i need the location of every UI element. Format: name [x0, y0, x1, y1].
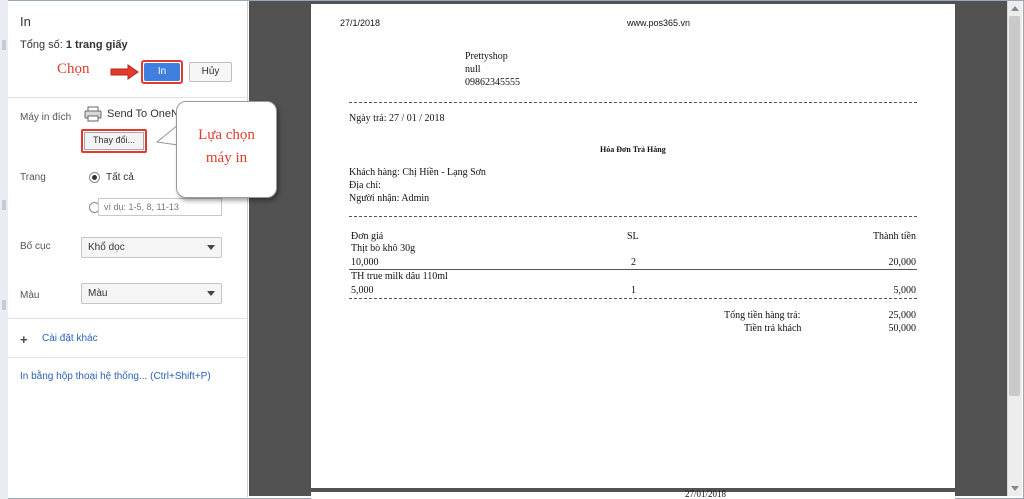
- address-line: Địa chỉ:: [349, 180, 381, 191]
- paid-value: 50,000: [888, 323, 917, 334]
- divider: [8, 357, 248, 358]
- sum-label: Tổng tiền hàng trả:: [724, 310, 801, 321]
- page-count-label: Tổng số:: [20, 39, 63, 51]
- shop-phone: 09862345555: [465, 77, 520, 88]
- layout-label: Bố cục: [20, 241, 51, 252]
- item-name: Thịt bò khô 30g: [351, 243, 416, 254]
- destination-label: Máy in đích: [20, 112, 72, 123]
- chevron-down-icon: [207, 291, 215, 296]
- item-total: 20,000: [888, 257, 917, 268]
- separator: [349, 216, 917, 217]
- item-qty: 2: [631, 257, 636, 268]
- item-price: 10,000: [351, 257, 379, 268]
- cancel-button[interactable]: Hủy: [189, 62, 232, 82]
- arrow-right-icon: [110, 64, 139, 80]
- pages-all-radio[interactable]: [89, 172, 100, 183]
- change-printer-label: Thay đổi...: [84, 132, 144, 150]
- shop-line2: null: [465, 64, 481, 75]
- print-button-label: In: [144, 63, 180, 81]
- preview-next-page: [311, 492, 955, 499]
- change-printer-button[interactable]: Thay đổi...: [81, 129, 147, 153]
- print-button[interactable]: In: [141, 60, 183, 84]
- scrollbar-thumb[interactable]: [1009, 16, 1020, 396]
- chevron-down-icon: [207, 245, 215, 250]
- row-divider: [349, 269, 917, 270]
- item-qty: 1: [631, 285, 636, 296]
- item-total: 5,000: [893, 285, 917, 296]
- separator: [349, 102, 917, 103]
- page-header-date: 27/1/2018: [340, 18, 381, 28]
- plus-icon[interactable]: +: [20, 332, 28, 347]
- left-edge-strip: [0, 0, 8, 499]
- choose-annotation: Chọn: [57, 61, 90, 77]
- return-date: Ngày trả: 27 / 01 / 2018: [349, 113, 445, 124]
- layout-select[interactable]: Khổ dọc: [81, 237, 222, 258]
- color-select[interactable]: Màu: [81, 283, 222, 304]
- col-total-header: Thành tiền: [872, 231, 916, 242]
- item-name: TH true milk dâu 110ml: [351, 271, 448, 282]
- col-qty-header: SL: [627, 231, 639, 242]
- callout-line-1: Lựa chọn: [198, 127, 255, 143]
- next-page-date: 27/01/2018: [685, 489, 727, 499]
- page-count: Tổng số: 1 trang giấy: [20, 39, 128, 51]
- system-dialog-link[interactable]: In bằng hộp thoại hệ thống... (Ctrl+Shif…: [20, 371, 211, 382]
- pages-label: Trang: [20, 172, 46, 183]
- document-title: Hóa Đơn Trả Hàng: [600, 145, 666, 154]
- layout-select-value: Khổ dọc: [88, 242, 125, 253]
- more-settings-link[interactable]: Cài đặt khác: [42, 333, 98, 344]
- shop-name: Prettyshop: [465, 51, 508, 62]
- pages-range-input[interactable]: ví dụ: 1-5, 8, 11-13: [98, 198, 222, 216]
- color-select-value: Màu: [88, 288, 108, 299]
- dialog-title: In: [20, 14, 31, 29]
- receiver-line: Người nhận: Admin: [349, 193, 430, 204]
- page-header-site: www.pos365.vn: [627, 18, 691, 28]
- printer-icon: [84, 106, 102, 122]
- callout-line-2: máy in: [205, 150, 248, 166]
- divider: [8, 97, 248, 98]
- color-label: Màu: [20, 290, 40, 301]
- paid-label: Tiền trả khách: [744, 323, 802, 334]
- page-count-value: 1 trang giấy: [65, 39, 128, 51]
- pages-all-label: Tất cả: [106, 172, 134, 183]
- scroll-down-icon[interactable]: [1011, 486, 1019, 491]
- select-printer-annotation: Lựa chọn máy in: [176, 124, 277, 170]
- col-price-header: Đơn giá: [351, 231, 384, 242]
- sum-value: 25,000: [888, 310, 917, 321]
- divider: [8, 318, 248, 319]
- separator: [349, 298, 917, 299]
- item-price: 5,000: [351, 285, 374, 296]
- scroll-up-icon[interactable]: [1011, 6, 1019, 11]
- customer-line: Khách hàng: Chị Hiền - Lạng Sơn: [349, 167, 486, 178]
